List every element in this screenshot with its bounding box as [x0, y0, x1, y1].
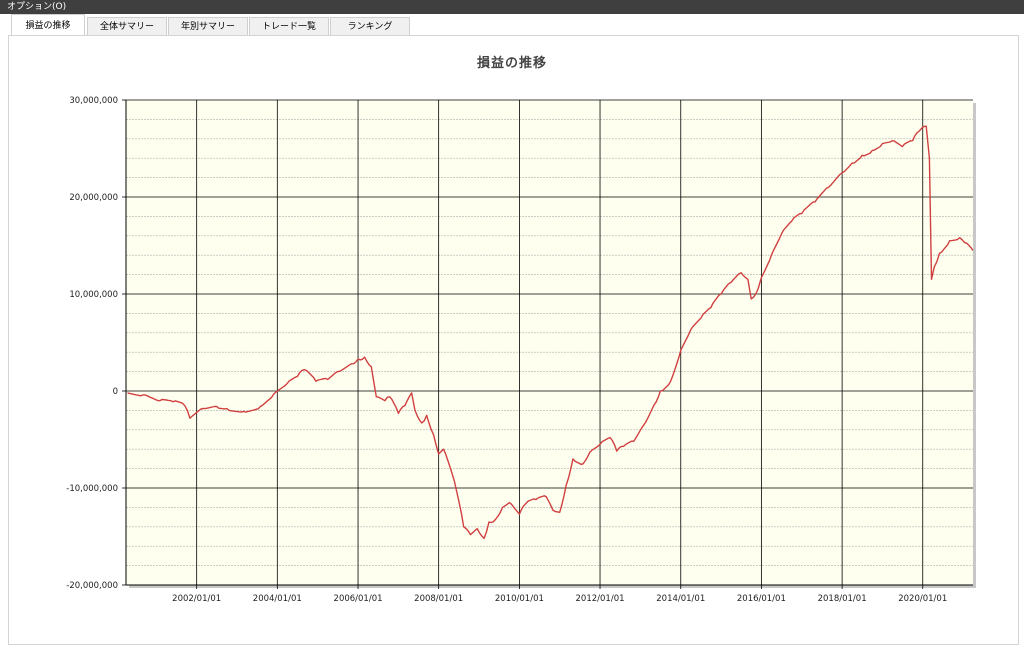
- x-tick-label: 2006/01/01: [334, 594, 383, 604]
- x-tick-label: 2002/01/01: [172, 594, 221, 604]
- x-tick-label: 2008/01/01: [414, 594, 463, 604]
- y-tick-label: 20,000,000: [69, 193, 118, 203]
- x-tick-label: 2012/01/01: [576, 594, 625, 604]
- plot-area: [126, 100, 973, 585]
- y-tick-label: -20,000,000: [66, 581, 118, 591]
- y-tick-label: -10,000,000: [66, 484, 118, 494]
- y-tick-label: 30,000,000: [69, 96, 118, 106]
- x-tick-label: 2014/01/01: [656, 594, 705, 604]
- pnl-line-chart: 30,000,000 20,000,000 10,000,000 0 -10,000,0…: [66, 96, 976, 604]
- x-tick-label: 2018/01/01: [818, 594, 867, 604]
- x-tick-label: 2020/01/01: [898, 594, 947, 604]
- y-tick-label: 0: [113, 387, 118, 397]
- x-tick-label: 2004/01/01: [253, 594, 302, 604]
- y-tick-label: 10,000,000: [69, 290, 118, 300]
- x-tick-label: 2016/01/01: [737, 594, 786, 604]
- x-tick-label: 2010/01/01: [495, 594, 544, 604]
